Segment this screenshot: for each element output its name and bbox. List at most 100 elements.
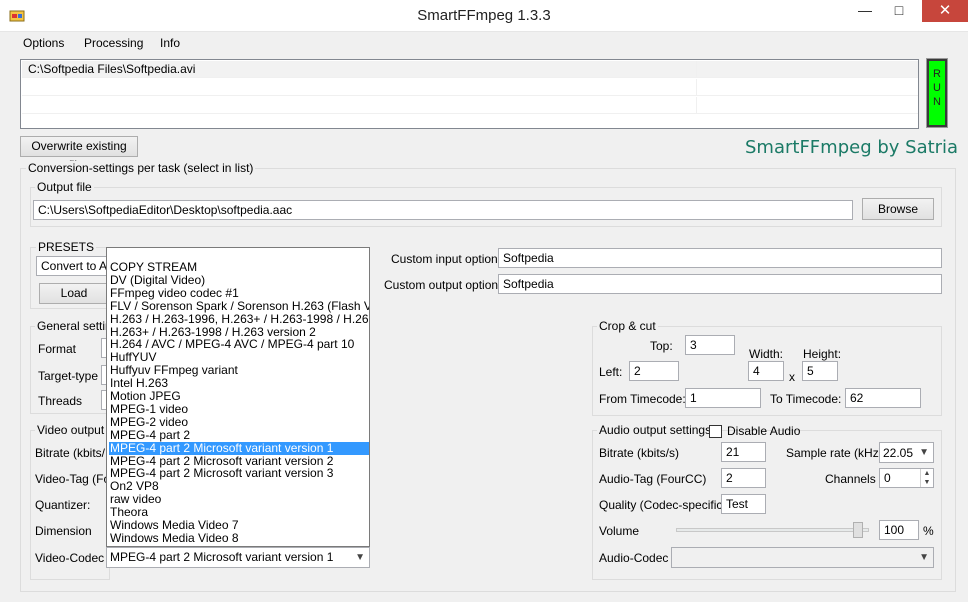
window-title: SmartFFmpeg 1.3.3 [417, 7, 551, 24]
dropdown-option[interactable]: FLV / Sorenson Spark / Sorenson H.263 (F… [109, 300, 369, 313]
chevron-down-icon: ▼ [919, 552, 929, 563]
menu-processing[interactable]: Processing [84, 36, 143, 50]
disable-audio-label: Disable Audio [727, 424, 801, 438]
dropdown-option[interactable]: H.263 / H.263-1996, H.263+ / H.263-1998 … [109, 313, 369, 326]
channels-label: Channels [825, 472, 876, 486]
dropdown-option[interactable]: HuffYUV [109, 351, 369, 364]
crop-left-label: Left: [599, 365, 623, 379]
dropdown-option[interactable]: MPEG-4 part 2 Microsoft variant version … [109, 467, 369, 480]
sample-rate-label: Sample rate (kHz) [786, 446, 883, 460]
dropdown-option[interactable]: MPEG-2 video [109, 416, 369, 429]
channels-stepper[interactable]: 0 ▲ ▼ [879, 468, 934, 488]
output-file-label: Output file [35, 180, 94, 194]
video-bitrate-label: Bitrate (kbits/s) [35, 446, 105, 460]
video-title: Video output settings [35, 423, 108, 437]
crop-top-label: Top: [650, 339, 673, 353]
dropdown-option[interactable]: MPEG-4 part 2 Microsoft variant version … [109, 455, 369, 468]
volume-input[interactable]: 100 [879, 520, 919, 540]
dropdown-option[interactable]: Motion JPEG [109, 390, 369, 403]
dropdown-option[interactable]: MPEG-1 video [109, 403, 369, 416]
to-timecode-input[interactable]: 62 [845, 388, 921, 408]
sample-rate-select[interactable]: 22.05 ▼ [879, 442, 934, 463]
spin-down-icon[interactable]: ▼ [920, 478, 933, 487]
format-label: Format [38, 342, 77, 356]
audio-codec-label: Audio-Codec [599, 551, 669, 565]
conversion-title: Conversion-settings per task (select in … [26, 161, 256, 175]
brand-label: SmartFFmpeg by Satria [745, 137, 959, 158]
quantizer-label: Quantizer: [35, 498, 91, 512]
crop-height-input[interactable]: 5 [802, 361, 838, 381]
file-list[interactable]: C:\Softpedia Files\Softpedia.avi [20, 59, 919, 129]
quality-label: Quality (Codec-specific) [599, 498, 727, 512]
overwrite-button[interactable]: Overwrite existing files [20, 136, 138, 172]
dropdown-option[interactable]: H.264 / AVC / MPEG-4 AVC / MPEG-4 part 1… [109, 338, 369, 351]
crop-width-label: Width: [749, 347, 784, 361]
to-timecode-label: To Timecode: [770, 392, 842, 406]
output-file-input[interactable]: C:\Users\SoftpediaEditor\Desktop\softped… [33, 200, 853, 220]
volume-label: Volume [599, 524, 640, 538]
chevron-down-icon: ▼ [919, 447, 929, 458]
quality-input[interactable]: Test [721, 494, 766, 514]
disable-audio-checkbox[interactable] [709, 425, 722, 438]
audio-tag-label: Audio-Tag (FourCC) [599, 472, 707, 486]
dropdown-option[interactable]: Windows Media Video 7 [109, 519, 369, 532]
audio-bitrate-input[interactable]: 21 [721, 442, 766, 462]
minimize-icon[interactable]: — [848, 0, 882, 22]
crop-x-label: x [789, 370, 795, 384]
dropdown-option[interactable]: FFmpeg video codec #1 [109, 287, 369, 300]
dropdown-option[interactable]: MPEG-4 part 2 [109, 429, 369, 442]
dropdown-option[interactable]: COPY STREAM [109, 261, 369, 274]
audio-tag-input[interactable]: 2 [721, 468, 766, 488]
custom-output-field[interactable]: Softpedia [498, 274, 942, 294]
threads-label: Threads [38, 394, 83, 408]
table-row[interactable]: C:\Softpedia Files\Softpedia.avi [22, 61, 918, 78]
run-button[interactable]: R U N [926, 58, 948, 128]
volume-slider-handle[interactable] [853, 522, 863, 538]
video-codec-dropdown[interactable]: COPY STREAM DV (Digital Video) FFmpeg vide… [106, 247, 370, 547]
table-row[interactable] [22, 97, 918, 114]
crop-left-input[interactable]: 2 [629, 361, 679, 381]
volume-slider[interactable] [676, 528, 869, 532]
video-codec-select[interactable]: MPEG-4 part 2 Microsoft variant version … [106, 547, 370, 568]
crop-top-input[interactable]: 3 [685, 335, 735, 355]
browse-button[interactable]: Browse [862, 198, 934, 220]
dropdown-option[interactable]: Theora [109, 506, 369, 519]
crop-title: Crop & cut [597, 319, 658, 333]
menu-bar [0, 33, 968, 55]
dropdown-option[interactable]: Windows Media Video 8 [109, 532, 369, 545]
audio-codec-select[interactable]: ▼ [671, 547, 934, 568]
dropdown-option[interactable]: Huffyuv FFmpeg variant [109, 364, 369, 377]
dropdown-option[interactable]: On2 VP8 [109, 480, 369, 493]
audio-title: Audio output settings [597, 423, 714, 437]
custom-input-field[interactable]: Softpedia [498, 248, 942, 268]
dropdown-option[interactable]: raw video [109, 493, 369, 506]
video-codec-value: MPEG-4 part 2 Microsoft variant version … [110, 550, 334, 564]
menu-options[interactable]: Options [23, 36, 64, 50]
channels-value: 0 [884, 471, 891, 485]
audio-bitrate-label: Bitrate (kbits/s) [599, 446, 680, 460]
from-timecode-label: From Timecode: [599, 392, 686, 406]
chevron-down-icon: ▼ [355, 552, 365, 563]
crop-width-input[interactable]: 4 [748, 361, 784, 381]
dropdown-option[interactable]: DV (Digital Video) [109, 274, 369, 287]
load-button[interactable]: Load [39, 283, 109, 304]
custom-output-label: Custom output options: [384, 278, 508, 292]
menu-info[interactable]: Info [160, 36, 180, 50]
dropdown-option[interactable]: H.263+ / H.263-1998 / H.263 version 2 [109, 326, 369, 339]
crop-height-label: Height: [803, 347, 842, 361]
presets-select[interactable]: Convert to AAC [36, 256, 108, 276]
volume-unit: % [923, 524, 934, 538]
custom-input-label: Custom input options: [391, 252, 508, 266]
sample-rate-value: 22.05 [883, 446, 914, 460]
video-codec-label: Video-Codec [35, 551, 105, 565]
target-type-label: Target-type [38, 369, 99, 383]
dropdown-option[interactable]: Intel H.263 [109, 377, 369, 390]
table-row[interactable] [22, 79, 918, 96]
maximize-icon[interactable]: □ [882, 0, 916, 22]
presets-label: PRESETS [36, 240, 97, 254]
from-timecode-input[interactable]: 1 [685, 388, 761, 408]
close-icon[interactable]: ✕ [922, 0, 968, 22]
dropdown-option[interactable]: MPEG-4 part 2 Microsoft variant version … [109, 441, 369, 455]
file-path: C:\Softpedia Files\Softpedia.avi [22, 61, 697, 78]
dimension-label: Dimension [35, 524, 92, 538]
